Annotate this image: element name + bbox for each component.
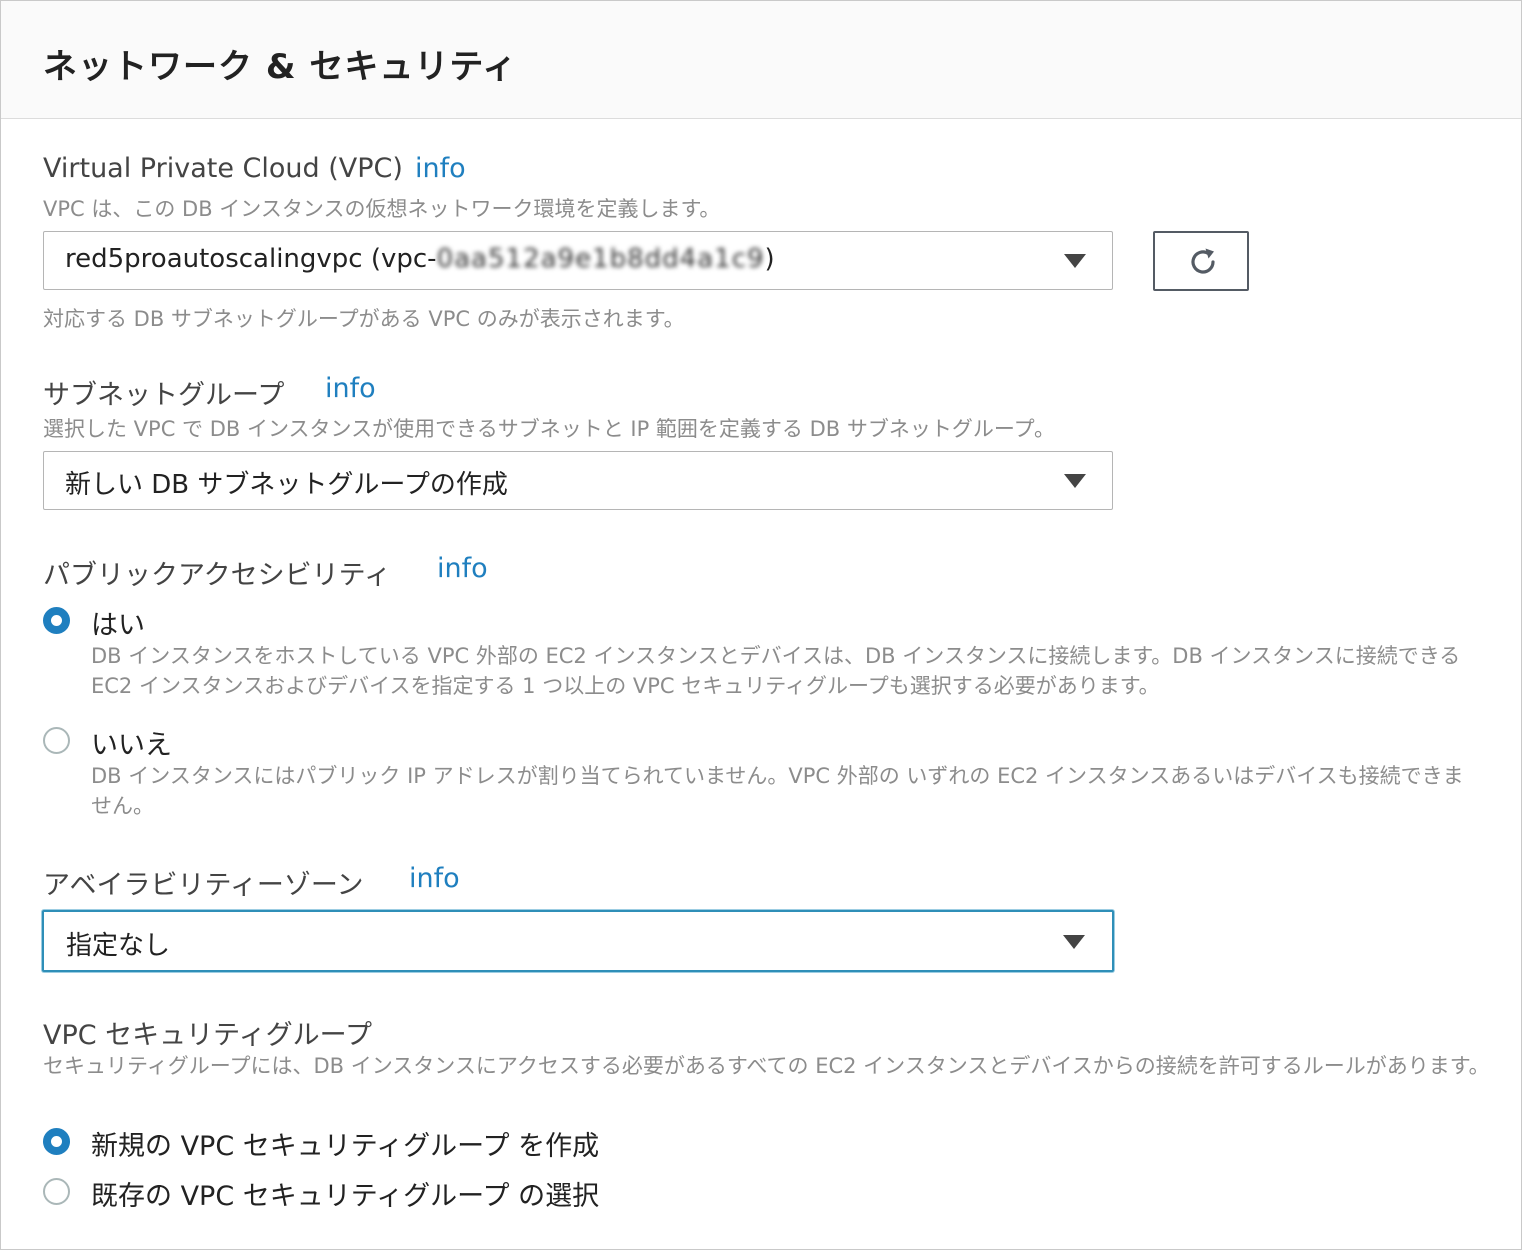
- refresh-icon: [1191, 248, 1215, 274]
- vpc-note: 対応する DB サブネットグループがある VPC のみが表示されます。: [43, 307, 685, 331]
- vpc-description: VPC は、この DB インスタンスの仮想ネットワーク環境を定義します。: [43, 197, 721, 221]
- public-access-yes-description: DB インスタンスをホストしている VPC 外部の EC2 インスタンスとデバイ…: [91, 644, 1461, 698]
- availability-zone-info-link[interactable]: info: [409, 863, 460, 894]
- subnet-group-info-link[interactable]: info: [325, 373, 376, 404]
- chevron-down-icon: [1063, 935, 1085, 949]
- vpc-select-value-prefix: red5proautoscalingvpc (vpc-: [65, 244, 437, 274]
- existing-security-group-label[interactable]: 既存の VPC セキュリティグループ の選択: [91, 1174, 599, 1213]
- availability-zone-label: アベイラビリティーゾーン: [43, 870, 364, 901]
- public-access-yes-radio[interactable]: [43, 607, 70, 634]
- create-security-group-radio[interactable]: [43, 1128, 70, 1155]
- subnet-group-select[interactable]: 新しい DB サブネットグループの作成: [43, 451, 1113, 510]
- public-access-yes-label[interactable]: はい: [91, 603, 145, 642]
- chevron-down-icon: [1064, 474, 1086, 488]
- public-access-no-description: DB インスタンスにはパブリック IP アドレスが割り当てられていません。VPC…: [91, 764, 1464, 818]
- availability-zone-select-value: 指定なし: [66, 931, 171, 961]
- public-access-no-label[interactable]: いいえ: [91, 723, 172, 762]
- vpc-select-value-suffix: ): [764, 244, 775, 274]
- existing-security-group-radio[interactable]: [43, 1178, 70, 1205]
- refresh-vpc-button[interactable]: [1153, 231, 1249, 291]
- security-group-description: セキュリティグループには、DB インスタンスにアクセスする必要があるすべての E…: [43, 1054, 1490, 1078]
- vpc-id-redacted: 0aa512a9e1b8dd4a1c9: [436, 244, 765, 274]
- security-group-label: VPC セキュリティグループ: [43, 1020, 372, 1051]
- vpc-select[interactable]: red5proautoscalingvpc (vpc-0aa512a9e1b8d…: [43, 231, 1113, 290]
- vpc-select-value: red5proautoscalingvpc (vpc-0aa512a9e1b8d…: [65, 244, 775, 274]
- create-security-group-label[interactable]: 新規の VPC セキュリティグループ を作成: [91, 1124, 599, 1163]
- panel-header: ネットワーク & セキュリティ: [1, 1, 1521, 119]
- availability-zone-select[interactable]: 指定なし: [42, 910, 1114, 972]
- public-access-label: パブリックアクセシビリティ: [43, 560, 392, 591]
- subnet-group-label: サブネットグループ: [43, 380, 285, 411]
- subnet-group-description: 選択した VPC で DB インスタンスが使用できるサブネットと IP 範囲を定…: [43, 417, 1055, 441]
- vpc-label: Virtual Private Cloud (VPC): [43, 153, 403, 184]
- chevron-down-icon: [1064, 254, 1086, 268]
- public-access-info-link[interactable]: info: [437, 553, 488, 584]
- section-title: ネットワーク & セキュリティ: [43, 47, 518, 87]
- public-access-no-radio[interactable]: [43, 727, 70, 754]
- subnet-group-select-value: 新しい DB サブネットグループの作成: [65, 470, 508, 500]
- network-security-panel: ネットワーク & セキュリティ Virtual Private Cloud (V…: [0, 0, 1522, 1250]
- vpc-info-link[interactable]: info: [415, 153, 466, 184]
